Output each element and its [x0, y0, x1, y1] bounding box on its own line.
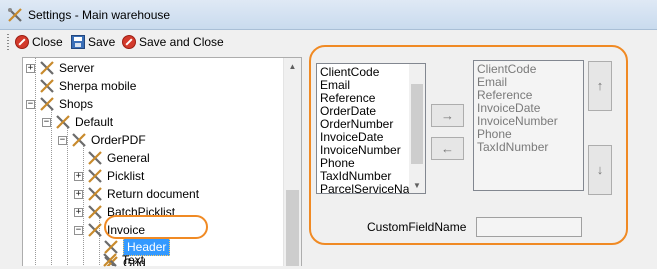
collapse-icon[interactable]: − — [42, 117, 51, 127]
expand-icon[interactable]: + — [26, 63, 35, 73]
expand-icon[interactable]: + — [74, 171, 83, 181]
tools-icon — [40, 61, 54, 75]
tree-connector — [35, 58, 36, 266]
title-bar: Settings - Main warehouse — [0, 0, 657, 30]
tree-item-shops[interactable]: − Shops — [26, 95, 93, 113]
save-button-label: Save — [88, 35, 116, 49]
tree-item-picklist[interactable]: + Picklist — [74, 167, 144, 185]
window-title: Settings - Main warehouse — [28, 8, 171, 22]
tree-item-label: OrderPDF — [91, 133, 146, 147]
save-and-close-button[interactable]: Save and Close — [122, 32, 224, 52]
tools-icon — [72, 133, 86, 147]
list-item[interactable]: ParcelServiceNam — [317, 183, 419, 194]
tree-item-default[interactable]: − Default — [42, 113, 113, 131]
tree-item-sherpa-mobile[interactable]: Sherpa mobile — [39, 77, 136, 95]
available-fields-list[interactable]: ClientCode Email Reference OrderDate OrderNu… — [316, 63, 426, 194]
collapse-icon[interactable]: − — [26, 99, 35, 109]
save-button[interactable]: Save — [71, 32, 115, 52]
tree-item-label: Return document — [107, 187, 200, 201]
scroll-thumb[interactable] — [411, 84, 423, 164]
tools-icon — [88, 169, 102, 183]
selected-fields-list[interactable]: ClientCode Email Reference InvoiceDate Invoi… — [473, 60, 584, 191]
collapse-icon[interactable]: − — [74, 225, 83, 235]
tree-item-label: Shops — [59, 97, 94, 111]
tree-item-orderpdf[interactable]: − OrderPDF — [58, 131, 146, 149]
tools-icon — [88, 187, 102, 201]
tools-icon — [40, 97, 54, 111]
tree-item-label: Picklist — [107, 169, 145, 183]
cancel-icon — [15, 35, 29, 49]
cancel-icon — [122, 35, 136, 49]
tools-icon — [88, 205, 102, 219]
tools-icon — [88, 223, 102, 237]
tree-scrollbar[interactable]: ▲ — [283, 58, 301, 266]
toolbar-grip[interactable] — [7, 34, 9, 50]
remove-field-button[interactable]: ← — [431, 137, 464, 160]
tree-item-label: Default — [75, 115, 114, 129]
expand-icon[interactable]: + — [74, 189, 83, 199]
scroll-thumb[interactable] — [286, 190, 299, 266]
save-and-close-button-label: Save and Close — [139, 35, 224, 49]
tree-item-label: Text — [122, 253, 145, 267]
tools-icon — [40, 79, 54, 93]
tree-item-text[interactable]: Text — [102, 251, 144, 269]
available-fields-items: ClientCode Email Reference OrderDate OrderNu… — [317, 66, 419, 194]
available-fields-scrollbar[interactable]: ▼ — [409, 64, 425, 193]
close-button-label: Close — [32, 35, 63, 49]
custom-field-name-label: CustomFieldName — [367, 220, 467, 234]
expand-icon[interactable]: + — [74, 207, 83, 217]
selection-highlight-outline — [104, 215, 208, 239]
add-field-button[interactable]: → — [431, 104, 464, 127]
move-up-button[interactable]: ↑ — [588, 61, 612, 111]
tree-item-label: General — [107, 151, 150, 165]
close-button[interactable]: Close — [15, 32, 63, 52]
tools-icon — [88, 151, 102, 165]
list-item[interactable]: TaxIdNumber — [474, 141, 558, 154]
tree-item-return-document[interactable]: + Return document — [74, 185, 199, 203]
tree-item-general[interactable]: General — [87, 149, 150, 167]
tree-item-label: Server — [59, 61, 95, 75]
tree-item-server[interactable]: + Server — [26, 59, 94, 77]
floppy-disk-icon — [71, 35, 85, 49]
tree-item-label: Sherpa mobile — [59, 79, 137, 93]
collapse-icon[interactable]: − — [58, 135, 67, 145]
custom-field-name-input[interactable] — [476, 217, 582, 237]
tools-icon — [56, 115, 70, 129]
move-down-button[interactable]: ↓ — [588, 145, 612, 195]
tools-icon — [8, 8, 22, 22]
tree-connector — [51, 108, 52, 266]
scroll-down-icon[interactable]: ▼ — [409, 179, 425, 193]
scroll-up-icon[interactable]: ▲ — [284, 58, 301, 75]
selected-fields-items: ClientCode Email Reference InvoiceDate Invoi… — [474, 63, 558, 154]
